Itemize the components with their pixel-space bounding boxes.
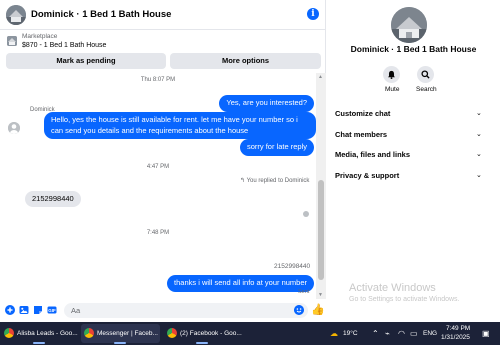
temperature[interactable]: 19°C [343, 330, 358, 337]
taskbar-app-label: Alisba Leads - Goo... [17, 330, 78, 337]
more-options-button[interactable]: More options [170, 53, 321, 69]
chevron-down-icon[interactable]: ⌄ [476, 109, 482, 117]
language-indicator[interactable]: ENG [423, 330, 437, 337]
weather-icon[interactable]: ☁ [330, 329, 338, 338]
photo-icon[interactable] [19, 305, 29, 315]
search-label: Search [416, 86, 437, 93]
timestamp: 4:47 PM [146, 164, 170, 170]
taskbar-app-label: Messenger | Faceb... [97, 330, 158, 337]
network-icon[interactable]: ⌁ [385, 329, 390, 338]
replied-label: You replied to Dominick [246, 178, 310, 184]
chrome-icon [84, 328, 94, 338]
taskbar-running-indicator [114, 342, 126, 344]
marketplace-label: Marketplace [22, 33, 58, 40]
message-status: Sent [298, 289, 310, 295]
bell-icon [388, 70, 395, 79]
section-customize-chat[interactable]: Customize chat [335, 109, 390, 118]
section-chat-members[interactable]: Chat members [335, 130, 387, 139]
notification-icon[interactable]: ▣ [482, 329, 490, 338]
chrome-icon [4, 328, 14, 338]
svg-text:GIF: GIF [48, 308, 56, 313]
activate-windows-title: Activate Windows [349, 282, 436, 294]
wifi-icon[interactable]: ◠ [398, 329, 405, 338]
contact-profile-photo[interactable] [391, 7, 427, 43]
mute-label: Mute [385, 86, 400, 93]
contact-name: Dominick · 1 Bed 1 Bath House [350, 44, 477, 54]
section-privacy-support[interactable]: Privacy & support [335, 171, 399, 180]
seen-avatar-icon [303, 211, 309, 217]
gif-icon[interactable]: GIF [47, 305, 57, 315]
message-input-placeholder: Aa [71, 306, 81, 315]
scrollbar-thumb[interactable] [318, 180, 324, 280]
listing-thumbnail[interactable] [7, 36, 17, 46]
chevron-down-icon[interactable]: ⌄ [476, 150, 482, 158]
sender-avatar[interactable] [8, 122, 20, 134]
clock-date[interactable]: 1/31/2025 [441, 334, 470, 341]
sender-name: Dominick [30, 107, 55, 113]
taskbar-running-indicator [196, 342, 208, 344]
incoming-message-bubble[interactable]: 2152998440 [25, 191, 81, 207]
listing-title[interactable]: $870 - 1 Bed 1 Bath House [22, 42, 106, 49]
chevron-up-icon[interactable]: ⌃ [372, 329, 379, 338]
message-bubble[interactable]: Hello, yes the house is still available … [44, 112, 316, 139]
info-icon[interactable]: i [307, 8, 319, 20]
contact-avatar[interactable] [6, 5, 26, 25]
chevron-down-icon[interactable]: ⌄ [476, 130, 482, 138]
section-media-files-links[interactable]: Media, files and links [335, 150, 410, 159]
taskbar-app-label: (2) Facebook - Goo... [180, 330, 242, 337]
message-input[interactable] [64, 303, 308, 318]
plus-circle-icon[interactable] [5, 305, 15, 315]
battery-icon[interactable]: ▭ [410, 329, 418, 338]
message-bubble[interactable]: sorry for late reply [239, 139, 314, 156]
message-bubble[interactable]: thanks i will send all info at your numb… [167, 275, 314, 292]
chevron-down-icon[interactable]: ⌄ [476, 171, 482, 179]
conversation-title[interactable]: Dominick · 1 Bed 1 Bath House [31, 9, 171, 20]
clock-time[interactable]: 7:49 PM [446, 325, 470, 332]
scroll-down-arrow-icon[interactable]: ▼ [318, 292, 323, 298]
chrome-icon [167, 328, 177, 338]
quoted-message[interactable]: 2152998440 [274, 263, 310, 270]
scroll-up-arrow-icon[interactable]: ▲ [318, 74, 323, 80]
search-icon [421, 70, 430, 79]
mark-as-pending-button[interactable]: Mark as pending [6, 53, 166, 69]
timestamp: Thu 8:07 PM [140, 77, 176, 83]
like-icon[interactable]: 👍 [311, 303, 325, 316]
sticker-icon[interactable] [33, 305, 43, 315]
emoji-icon[interactable] [294, 305, 304, 315]
taskbar-running-indicator [33, 342, 45, 344]
timestamp: 7:48 PM [146, 230, 170, 236]
message-bubble[interactable]: Yes, are you interested? [219, 95, 314, 112]
reply-arrow-icon: ↰ [240, 178, 247, 184]
activate-windows-subtitle: Go to Settings to activate Windows. [349, 296, 460, 303]
replied-indicator: ↰ You replied to Dominick [240, 177, 309, 184]
